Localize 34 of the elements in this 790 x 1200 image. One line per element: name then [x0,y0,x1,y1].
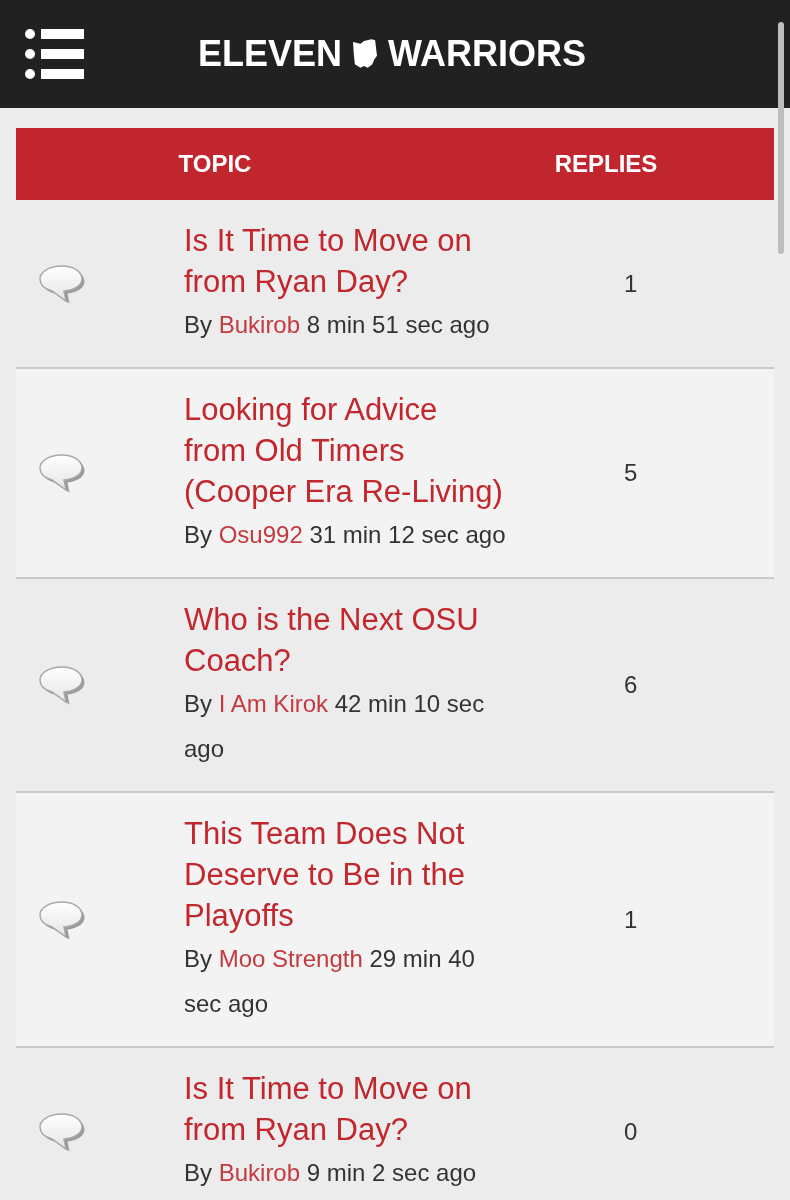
topic-byline: By I Am Kirok 42 min 10 sec ago [184,689,486,764]
author-link[interactable]: I Am Kirok [218,690,329,717]
author-link[interactable]: Osu992 [218,521,303,548]
topic-title-link[interactable]: Is It Time to Move on from Ryan Day? [184,220,507,302]
column-header: REPLIES [553,150,659,178]
reply-count: 6 [624,671,638,699]
topic-byline: By Bukirob 8 min 51 sec ago [184,310,491,340]
menu-icon [24,28,84,80]
topic-byline: By Bukirob 9 min 2 sec ago [184,1158,478,1188]
logo-text: WARRIORS [388,34,587,74]
reply-count: 1 [624,905,638,934]
author-link[interactable]: Moo Strength [218,945,363,972]
logo-text: ELEVEN [198,34,343,74]
speech-bubble-icon [38,899,86,940]
speech-bubble-icon [38,1111,86,1152]
author-link[interactable]: Bukirob [218,311,301,338]
column-header: TOPIC [177,150,253,178]
speech-bubble-icon [38,665,86,705]
topic-title-link[interactable]: Looking for Advice from Old Timers (Cooper Era Re-Living) [184,389,507,512]
author-link[interactable]: Bukirob [218,1159,301,1186]
state-shape-icon [353,39,378,69]
reply-count: 5 [624,459,638,487]
reply-count: 0 [624,1117,638,1146]
topic-title-link[interactable]: Who is the Next OSU Coach? [184,599,507,681]
scrollbar-thumb[interactable] [778,22,784,254]
topic-byline: By Osu992 31 min 12 sec ago [184,520,507,550]
menu-button[interactable] [24,28,84,80]
reply-count: 1 [624,269,638,298]
speech-bubble-icon [38,263,86,304]
topic-title-link[interactable]: Is It Time to Move on from Ryan Day? [184,1068,507,1150]
site-logo[interactable]: ELEVEN WARRIORS [198,34,587,74]
topic-byline: By Moo Strength 29 min 40 sec ago [184,944,476,1019]
topic-title-link[interactable]: This Team Does Not Deserve to Be in the Playoffs [184,813,507,936]
speech-bubble-icon [38,453,86,493]
